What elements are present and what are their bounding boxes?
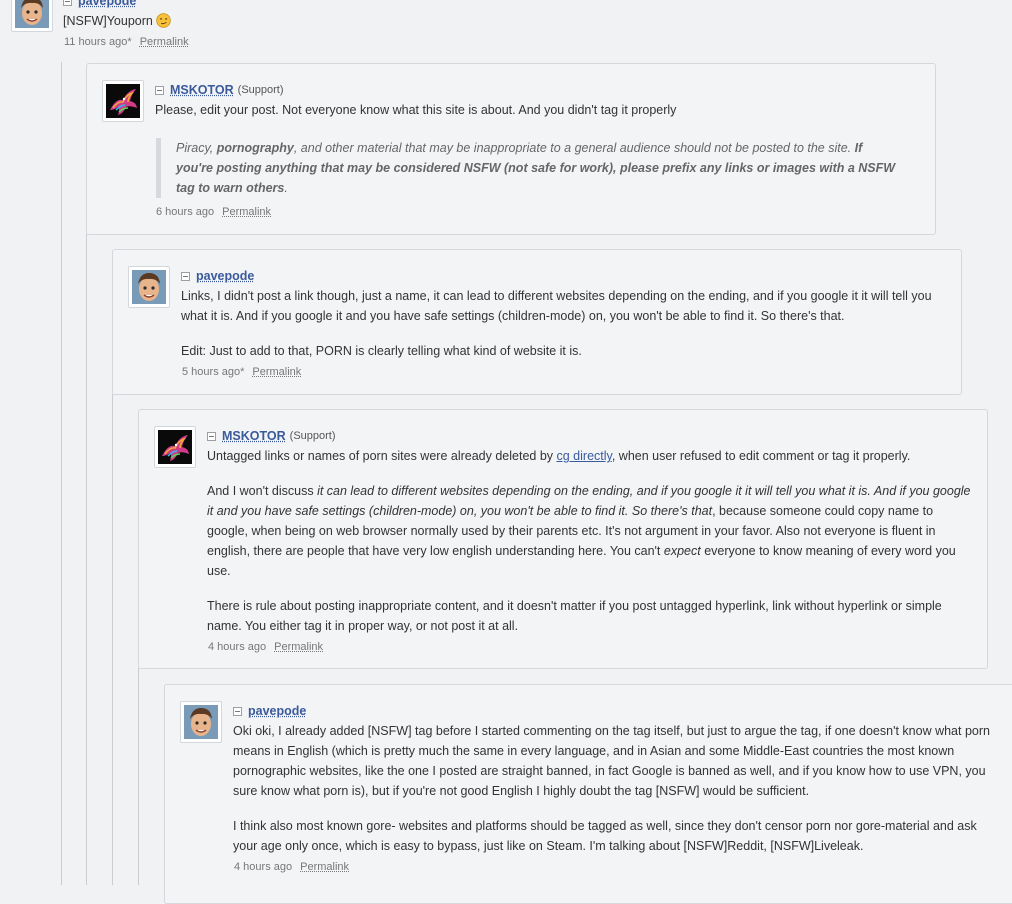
comment-meta: 4 hours ago Permalink (208, 641, 323, 653)
comment-paragraph: Edit: Just to add to that, PORN is clear… (181, 344, 582, 358)
comment-body: Untagged links or names of porn sites we… (207, 446, 972, 636)
comment-body: [NSFW]Youporn (63, 11, 363, 34)
username-link[interactable]: pavepode (196, 269, 254, 283)
timestamp: 4 hours ago (208, 641, 267, 653)
comment-header: pavepode (63, 0, 136, 8)
text-span: And I won't discuss (207, 484, 318, 498)
quote-text: Piracy, (176, 141, 217, 155)
quote-text: . (284, 181, 288, 195)
role-badge: (Support) (289, 430, 336, 442)
comment-body: Please, edit your post. Not everyone kno… (155, 100, 925, 120)
username-link[interactable]: MSKOTOR (170, 83, 234, 97)
collapse-icon[interactable] (155, 85, 164, 95)
quote-text: , and other material that may be inappro… (293, 141, 855, 155)
comment-body: Links, I didn't post a link though, just… (181, 286, 951, 361)
username-link[interactable]: pavepode (248, 704, 306, 718)
avatar[interactable] (154, 426, 196, 468)
comment-header: MSKOTOR (Support) (155, 83, 284, 97)
collapse-icon[interactable] (63, 0, 72, 6)
text-span: Untagged links or names of porn sites we… (207, 449, 557, 463)
collapse-icon[interactable] (181, 271, 190, 281)
avatar-face-icon (15, 0, 49, 28)
comment-paragraph: And I won't discuss it can lead to diffe… (207, 481, 972, 581)
comment-paragraph: Oki oki, I already added [NSFW] tag befo… (233, 724, 990, 798)
quote-bold: pornography (216, 141, 294, 155)
smirk-emoji-icon (156, 13, 171, 34)
comment-meta: 6 hours ago Permalink (156, 206, 271, 218)
thread-line (61, 62, 62, 885)
timestamp: 5 hours ago* (182, 366, 245, 378)
role-badge: (Support) (237, 84, 284, 96)
permalink[interactable]: Permalink (222, 206, 271, 218)
collapse-icon[interactable] (207, 431, 216, 441)
avatar[interactable] (11, 0, 53, 32)
avatar[interactable] (102, 80, 144, 122)
username-link[interactable]: pavepode (78, 0, 136, 8)
thread-line (86, 234, 87, 885)
phoenix-avatar-icon (106, 84, 140, 118)
text-span: , when user refused to edit comment or t… (611, 449, 911, 463)
comment-meta: 4 hours ago Permalink (234, 861, 349, 873)
permalink[interactable]: Permalink (140, 36, 189, 48)
comment-paragraph: There is rule about posting inappropriat… (207, 599, 942, 633)
phoenix-avatar-icon (158, 430, 192, 464)
avatar[interactable] (180, 701, 222, 743)
permalink[interactable]: Permalink (300, 861, 349, 873)
cg-directly-link[interactable]: cg directly (557, 449, 612, 463)
italic-word: expect (663, 544, 701, 558)
permalink[interactable]: Permalink (274, 641, 323, 653)
thread-line (112, 394, 113, 885)
timestamp: 4 hours ago (234, 861, 293, 873)
comment-header: MSKOTOR (Support) (207, 429, 336, 443)
comment-paragraph: I think also most known gore- websites a… (233, 819, 977, 853)
collapse-icon[interactable] (233, 706, 242, 716)
comment-paragraph: Links, I didn't post a link though, just… (181, 289, 932, 323)
comment-meta: 5 hours ago* Permalink (182, 366, 301, 378)
comment-text: Please, edit your post. Not everyone kno… (155, 103, 677, 117)
comment-meta: 11 hours ago* Permalink (64, 36, 189, 48)
comment-paragraph: Untagged links or names of porn sites we… (207, 446, 972, 466)
comment-header: pavepode (181, 269, 254, 283)
blockquote: Piracy, pornography, and other material … (156, 138, 896, 198)
avatar-face-icon (132, 270, 166, 304)
thread-line (138, 668, 139, 885)
timestamp: 11 hours ago* (64, 36, 132, 48)
comment-text: [NSFW]Youporn (63, 14, 153, 28)
username-link[interactable]: MSKOTOR (222, 429, 286, 443)
comment-body: Oki oki, I already added [NSFW] tag befo… (233, 721, 998, 856)
avatar-face-icon (184, 705, 218, 739)
timestamp: 6 hours ago (156, 206, 215, 218)
comment-header: pavepode (233, 704, 306, 718)
permalink[interactable]: Permalink (252, 366, 301, 378)
avatar[interactable] (128, 266, 170, 308)
